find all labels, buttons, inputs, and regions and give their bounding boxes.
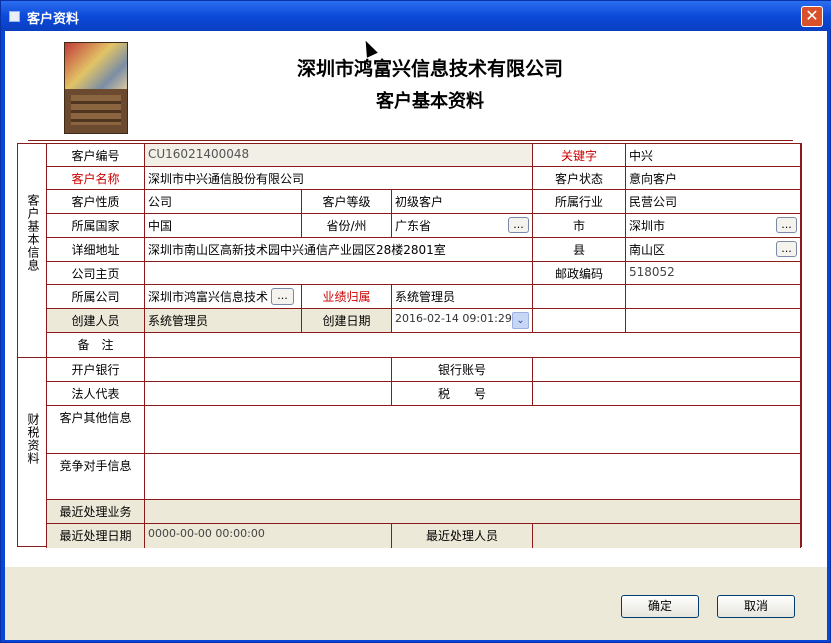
customer-level-field[interactable]: 初级客户 bbox=[392, 190, 533, 214]
city-field[interactable]: 深圳市 ... bbox=[626, 214, 801, 238]
section-finance: 财税资料 bbox=[18, 358, 47, 548]
label-address: 详细地址 bbox=[47, 238, 145, 262]
label-postcode: 邮政编码 bbox=[533, 262, 626, 285]
province-field[interactable]: 广东省 ... bbox=[392, 214, 533, 238]
label-company: 所属公司 bbox=[47, 285, 145, 309]
bank-account-field[interactable] bbox=[533, 358, 801, 382]
address-field[interactable]: 深圳市南山区高新技术园中兴通信产业园区28楼2801室 bbox=[145, 238, 533, 262]
label-creator: 创建人员 bbox=[47, 309, 145, 333]
competitor-field[interactable] bbox=[145, 454, 801, 500]
label-country: 所属国家 bbox=[47, 214, 145, 238]
label-customer-level: 客户等级 bbox=[302, 190, 392, 214]
label-customer-nature: 客户性质 bbox=[47, 190, 145, 214]
label-tax-no: 税 号 bbox=[392, 382, 533, 406]
empty-cell bbox=[533, 285, 626, 309]
window-icon bbox=[9, 11, 20, 22]
label-owner: 业绩归属 bbox=[302, 285, 392, 309]
label-remark: 备 注 bbox=[47, 333, 145, 358]
last-date-field: 0000-00-00 00:00:00 bbox=[145, 524, 392, 548]
label-homepage: 公司主页 bbox=[47, 262, 145, 285]
dialog-footer: 确定 取消 bbox=[5, 567, 827, 640]
company-field[interactable]: 深圳市鸿富兴信息技术 ... bbox=[145, 285, 302, 309]
cancel-button[interactable]: 取消 bbox=[717, 595, 795, 618]
industry-field[interactable]: 民营公司 bbox=[626, 190, 801, 214]
owner-field[interactable]: 系统管理员 bbox=[392, 285, 533, 309]
empty-cell bbox=[626, 285, 801, 309]
label-keyword: 关键字 bbox=[533, 144, 626, 167]
label-legal-rep: 法人代表 bbox=[47, 382, 145, 406]
empty-cell bbox=[626, 309, 801, 333]
creator-field: 系统管理员 bbox=[145, 309, 302, 333]
label-bank: 开户银行 bbox=[47, 358, 145, 382]
label-customer-no: 客户编号 bbox=[47, 144, 145, 167]
ok-button[interactable]: 确定 bbox=[621, 595, 699, 618]
window-title: 客户资料 bbox=[27, 12, 80, 27]
postcode-field[interactable]: 518052 bbox=[626, 262, 801, 285]
header-divider bbox=[28, 140, 793, 141]
create-date-picker[interactable]: 2016-02-14 09:01:29 ⌄ bbox=[392, 309, 533, 333]
customer-nature-field[interactable]: 公司 bbox=[145, 190, 302, 214]
country-field[interactable]: 中国 bbox=[145, 214, 302, 238]
legal-rep-field[interactable] bbox=[145, 382, 392, 406]
other-info-field[interactable] bbox=[145, 406, 801, 454]
customer-no-field: CU16021400048 bbox=[145, 144, 533, 167]
section-basic: 客户基本信息 bbox=[18, 144, 47, 358]
remark-field[interactable] bbox=[145, 333, 801, 358]
county-picker-button[interactable]: ... bbox=[776, 241, 797, 257]
label-province: 省份/州 bbox=[302, 214, 392, 238]
last-handler-field bbox=[533, 524, 801, 548]
label-city: 市 bbox=[533, 214, 626, 238]
customer-name-field[interactable]: 深圳市中兴通信股份有限公司 bbox=[145, 167, 533, 190]
label-other-info: 客户其他信息 bbox=[47, 406, 145, 454]
label-bank-account: 银行账号 bbox=[392, 358, 533, 382]
customer-status-field[interactable]: 意向客户 bbox=[626, 167, 801, 190]
last-business-field bbox=[145, 500, 801, 524]
label-customer-status: 客户状态 bbox=[533, 167, 626, 190]
tax-no-field[interactable] bbox=[533, 382, 801, 406]
label-county: 县 bbox=[533, 238, 626, 262]
homepage-field[interactable] bbox=[145, 262, 533, 285]
chevron-down-icon[interactable]: ⌄ bbox=[512, 312, 529, 329]
company-picker-button[interactable]: ... bbox=[271, 288, 294, 305]
customer-form-table: 客户基本信息 财税资料 客户编号 CU16021400048 关键字 中兴 客户… bbox=[17, 143, 802, 548]
keyword-field[interactable]: 中兴 bbox=[626, 144, 801, 167]
label-competitor: 竞争对手信息 bbox=[47, 454, 145, 500]
label-customer-name: 客户名称 bbox=[47, 167, 145, 190]
label-last-date: 最近处理日期 bbox=[47, 524, 145, 548]
label-create-date: 创建日期 bbox=[302, 309, 392, 333]
bank-field[interactable] bbox=[145, 358, 392, 382]
label-last-business: 最近处理业务 bbox=[47, 500, 145, 524]
close-button[interactable]: ✕ bbox=[801, 6, 823, 27]
title-bar[interactable]: 客户资料 ✕ bbox=[1, 1, 831, 31]
province-picker-button[interactable]: ... bbox=[508, 217, 529, 233]
empty-cell bbox=[533, 309, 626, 333]
company-name-heading: 深圳市鸿富兴信息技术有限公司 bbox=[296, 58, 563, 80]
label-last-handler: 最近处理人员 bbox=[392, 524, 533, 548]
city-picker-button[interactable]: ... bbox=[776, 217, 797, 233]
label-industry: 所属行业 bbox=[533, 190, 626, 214]
county-field[interactable]: 南山区 ... bbox=[626, 238, 801, 262]
page-subtitle: 客户基本资料 bbox=[376, 91, 484, 112]
